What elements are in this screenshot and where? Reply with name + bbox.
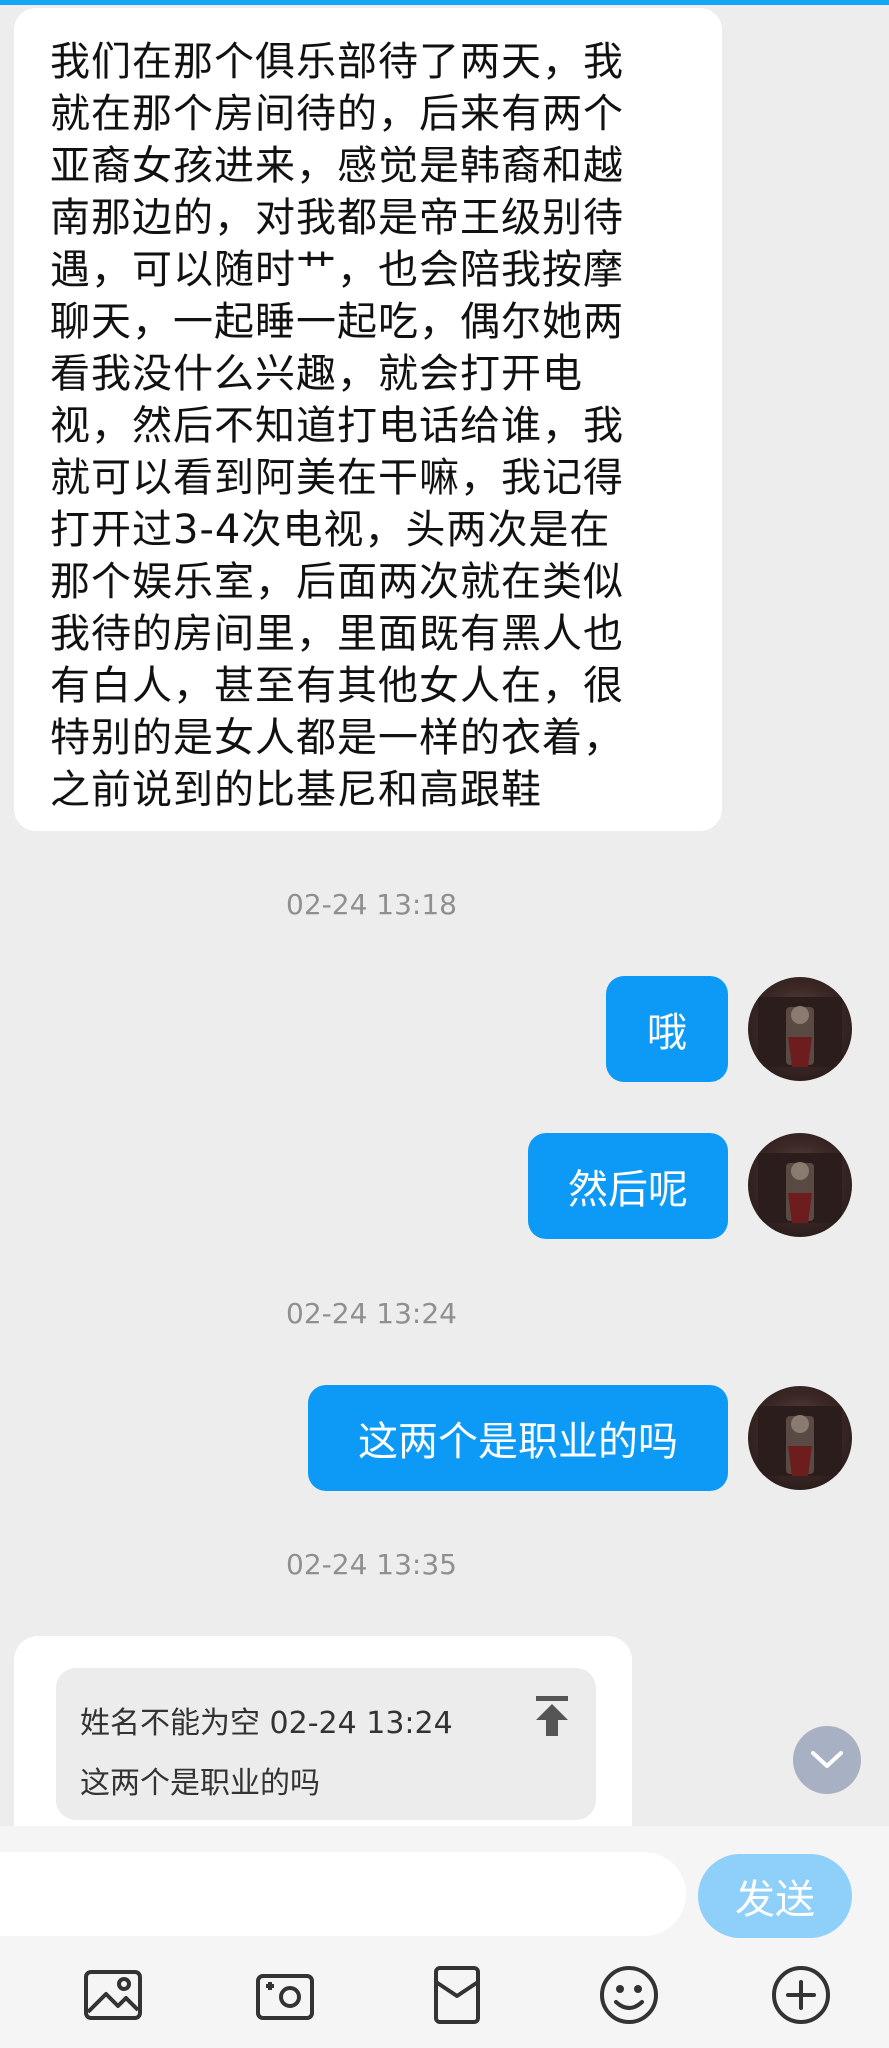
send-button[interactable]: 发送 xyxy=(698,1854,852,1938)
red-packet-icon[interactable] xyxy=(424,1962,490,2028)
outgoing-message-text: 哦 xyxy=(647,1010,687,1056)
top-accent-line xyxy=(0,0,889,5)
image-icon[interactable] xyxy=(80,1962,146,2028)
scroll-to-bottom-button[interactable] xyxy=(793,1726,861,1794)
timestamp: 02-24 13:35 xyxy=(286,1548,457,1581)
outgoing-message-bubble[interactable]: 这两个是职业的吗 xyxy=(308,1385,728,1491)
camera-icon[interactable] xyxy=(252,1962,318,2028)
outgoing-message-text: 这两个是职业的吗 xyxy=(358,1419,678,1465)
avatar[interactable] xyxy=(748,1133,852,1237)
outgoing-message-bubble[interactable]: 然后呢 xyxy=(528,1133,728,1239)
message-input-bar: 发送 xyxy=(0,1826,889,1944)
timestamp: 02-24 13:24 xyxy=(286,1297,457,1330)
quoted-message-meta: 姓名不能为空 02-24 13:24 xyxy=(80,1706,453,1741)
reply-message-bubble[interactable]: 姓名不能为空 02-24 13:24 这两个是职业的吗 xyxy=(14,1636,632,1836)
quoted-message[interactable]: 姓名不能为空 02-24 13:24 这两个是职业的吗 xyxy=(56,1668,596,1820)
avatar-image-icon xyxy=(758,1406,842,1476)
bottom-toolbar xyxy=(0,1944,889,2048)
outgoing-message-text: 然后呢 xyxy=(568,1167,688,1213)
quoted-message-text: 这两个是职业的吗 xyxy=(80,1766,320,1801)
avatar[interactable] xyxy=(748,1386,852,1490)
avatar-image-icon xyxy=(758,1153,842,1223)
pin-to-top-icon[interactable] xyxy=(532,1694,572,1738)
incoming-message-text: 我们在那个俱乐部待了两天，我 就在那个房间待的，后来有两个 亚裔女孩进来，感觉是… xyxy=(50,39,624,813)
avatar-image-icon xyxy=(758,997,842,1067)
outgoing-message-bubble[interactable]: 哦 xyxy=(606,976,728,1082)
chevron-down-icon xyxy=(811,1751,843,1768)
incoming-message-bubble[interactable]: 我们在那个俱乐部待了两天，我 就在那个房间待的，后来有两个 亚裔女孩进来，感觉是… xyxy=(14,8,722,831)
timestamp: 02-24 13:18 xyxy=(286,888,457,921)
message-input[interactable] xyxy=(0,1852,686,1936)
plus-icon[interactable] xyxy=(768,1962,834,2028)
avatar[interactable] xyxy=(748,977,852,1081)
emoji-icon[interactable] xyxy=(596,1962,662,2028)
